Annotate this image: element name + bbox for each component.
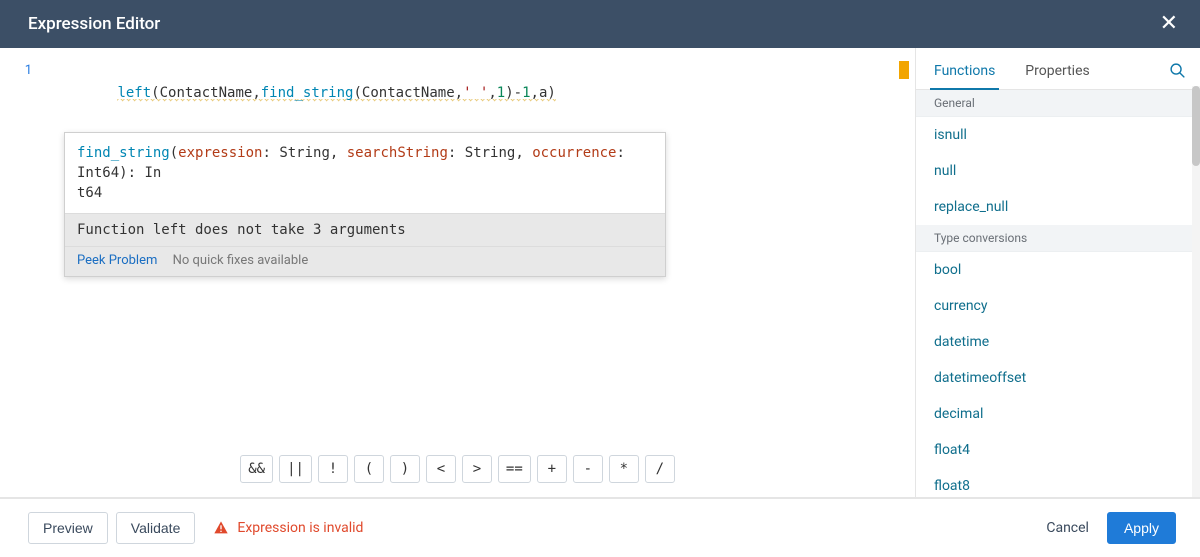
validate-button[interactable]: Validate (116, 512, 196, 544)
operator-toolbar: &&||!()<>==+-*/ (0, 445, 915, 497)
apply-button[interactable]: Apply (1107, 512, 1176, 544)
function-group-header: General (916, 90, 1196, 117)
preview-button[interactable]: Preview (28, 512, 108, 544)
warning-icon (213, 520, 229, 536)
operator-button-9[interactable]: - (573, 455, 603, 483)
function-item-replace_null[interactable]: replace_null (916, 189, 1196, 225)
error-marker-icon[interactable] (899, 61, 909, 79)
error-message: Function left does not take 3 arguments (65, 213, 665, 246)
function-item-null[interactable]: null (916, 153, 1196, 189)
operator-button-3[interactable]: ( (354, 455, 384, 483)
function-item-float4[interactable]: float4 (916, 432, 1196, 468)
function-item-isnull[interactable]: isnull (916, 117, 1196, 153)
cancel-button[interactable]: Cancel (1038, 514, 1097, 542)
function-item-decimal[interactable]: decimal (916, 396, 1196, 432)
editor-pane: 1 left(ContactName,find_string(ContactNa… (0, 48, 915, 497)
operator-button-6[interactable]: > (462, 455, 492, 483)
function-item-datetimeoffset[interactable]: datetimeoffset (916, 360, 1196, 396)
operator-button-2[interactable]: ! (318, 455, 348, 483)
panel-scrollbar-thumb[interactable] (1192, 86, 1200, 166)
status-text: Expression is invalid (237, 520, 363, 536)
validation-status: Expression is invalid (213, 520, 363, 536)
function-list[interactable]: Generalisnullnullreplace_nullType conver… (916, 90, 1200, 497)
no-quick-fix-label: No quick fixes available (173, 253, 309, 268)
operator-button-8[interactable]: + (537, 455, 567, 483)
side-panel: Functions Properties Generalisnullnullre… (915, 48, 1200, 497)
dialog-footer: Preview Validate Expression is invalid C… (0, 498, 1200, 556)
close-icon[interactable]: ✕ (1156, 9, 1182, 39)
operator-button-0[interactable]: && (240, 455, 273, 483)
search-icon[interactable] (1169, 62, 1190, 84)
operator-button-4[interactable]: ) (390, 455, 420, 483)
dialog-title: Expression Editor (28, 14, 160, 34)
tab-properties[interactable]: Properties (1021, 55, 1093, 90)
signature-help: find_string(expression: String, searchSt… (65, 133, 665, 213)
code-line-1[interactable]: left(ContactName,find_string(ContactName… (50, 60, 915, 126)
operator-button-1[interactable]: || (279, 455, 312, 483)
tab-functions[interactable]: Functions (930, 55, 999, 90)
operator-button-10[interactable]: * (609, 455, 639, 483)
code-editor[interactable]: 1 left(ContactName,find_string(ContactNa… (0, 48, 915, 126)
panel-scrollbar[interactable] (1192, 86, 1200, 497)
function-item-datetime[interactable]: datetime (916, 324, 1196, 360)
dialog-header: Expression Editor ✕ (0, 0, 1200, 48)
operator-button-11[interactable]: / (645, 455, 675, 483)
line-number: 1 (0, 60, 50, 126)
code-content[interactable]: left(ContactName,find_string(ContactName… (117, 85, 555, 102)
function-item-float8[interactable]: float8 (916, 468, 1196, 497)
function-group-header: Type conversions (916, 225, 1196, 252)
operator-button-5[interactable]: < (426, 455, 456, 483)
peek-problem-link[interactable]: Peek Problem (77, 253, 157, 268)
hint-actions: Peek Problem No quick fixes available (65, 246, 665, 276)
function-item-bool[interactable]: bool (916, 252, 1196, 288)
function-item-currency[interactable]: currency (916, 288, 1196, 324)
panel-tabs: Functions Properties (916, 48, 1200, 90)
operator-button-7[interactable]: == (498, 455, 531, 483)
intellisense-popup: find_string(expression: String, searchSt… (64, 132, 666, 277)
main-area: 1 left(ContactName,find_string(ContactNa… (0, 48, 1200, 498)
